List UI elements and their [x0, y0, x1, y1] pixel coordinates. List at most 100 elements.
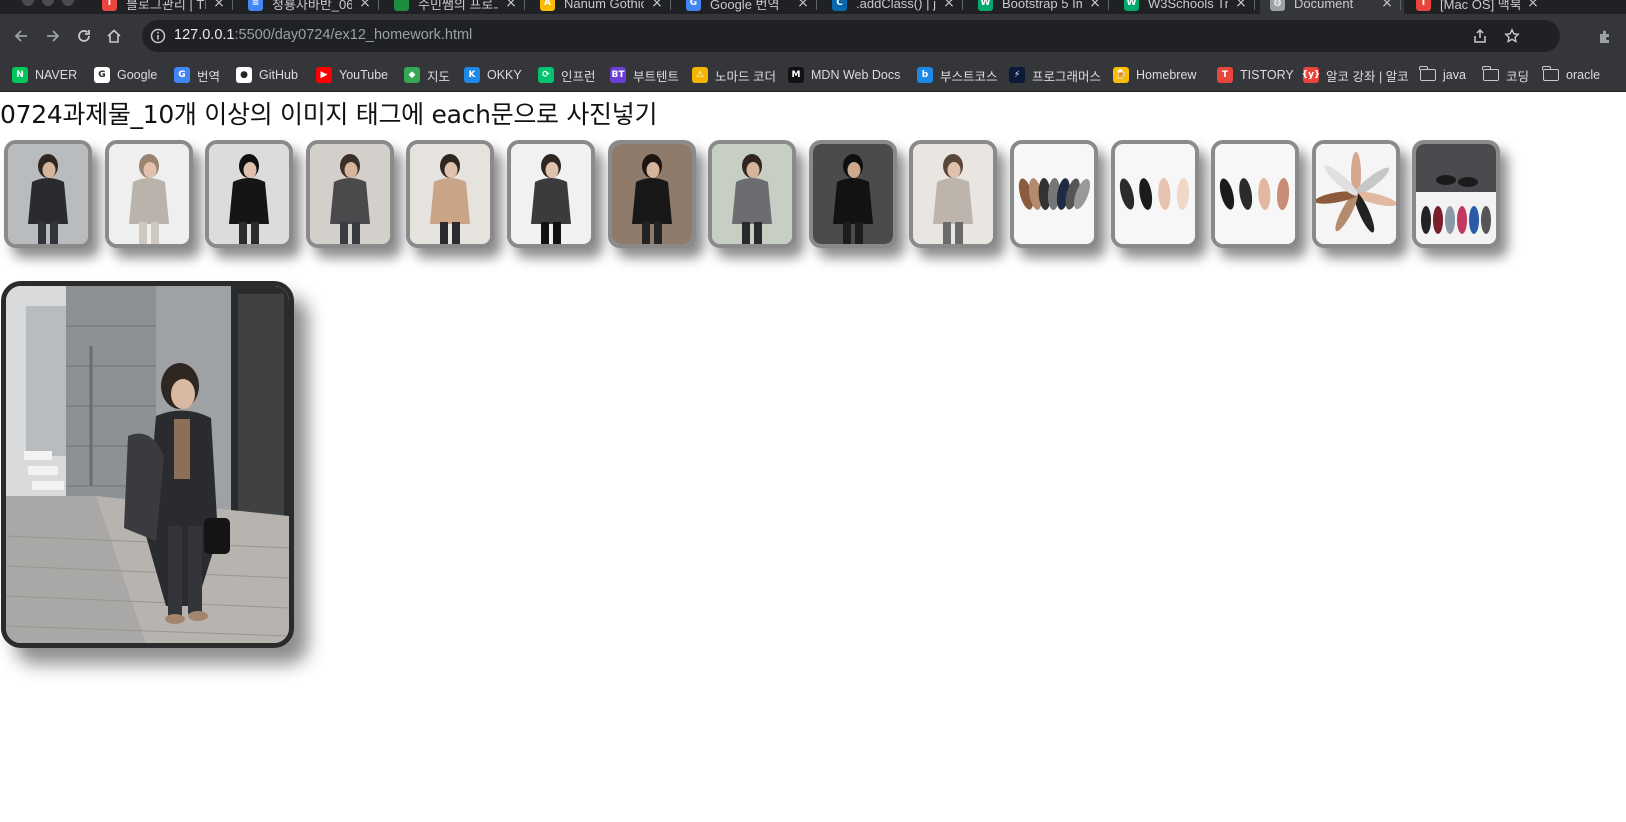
tab-separator [1254, 0, 1255, 10]
bookmark-label: 인프런 [561, 69, 596, 84]
zoom-window-icon[interactable] [62, 0, 74, 6]
bookmark-item[interactable]: N NAVER [12, 65, 77, 85]
bookmark-label: 부스트코스 [940, 69, 998, 84]
bookmark-item[interactable]: {y} 알코 강좌 | 알코 [1302, 65, 1409, 85]
tab-close-icon[interactable]: × [1088, 0, 1102, 11]
bookmark-favicon-icon: 🍺 [1113, 67, 1129, 83]
bookmark-item[interactable]: G Google [94, 65, 157, 85]
bookmark-item[interactable]: ⚠ 노마드 코더 [692, 65, 776, 85]
tab-title: Nanum Gothic [564, 0, 644, 11]
browser-tab[interactable]: 수민쌤의 프로그래 × [384, 0, 528, 14]
bookmark-label: java [1443, 68, 1466, 82]
main-photo-image [6, 286, 289, 643]
thumbnail-image[interactable] [909, 140, 998, 248]
bookmark-item[interactable]: G 번역 [174, 65, 220, 85]
tab-close-icon[interactable]: × [942, 0, 956, 11]
thumbnail-photo [209, 144, 290, 244]
minimize-window-icon[interactable] [42, 0, 54, 6]
bookmark-favicon-icon: T [1217, 67, 1233, 83]
tab-title: Bootstrap 5 Ima [1002, 0, 1082, 11]
back-button[interactable] [9, 24, 33, 48]
thumbnail-image[interactable] [507, 140, 595, 248]
browser-tab[interactable]: T [Mac OS] 맥북에 × [1406, 0, 1550, 14]
thumbnail-image[interactable] [305, 140, 394, 248]
tab-favicon-icon: W [1124, 0, 1139, 11]
home-icon [107, 29, 121, 43]
bookmark-label: 지도 [427, 69, 451, 84]
bookmark-star-icon[interactable] [1504, 28, 1520, 44]
address-bar[interactable]: 127.0.0.1:5500/day0724/ex12_homework.htm… [142, 20, 1560, 52]
url-text: 127.0.0.1:5500/day0724/ex12_homework.htm… [174, 27, 472, 43]
tab-close-icon[interactable]: × [1234, 0, 1248, 11]
bookmark-label: Homebrew [1136, 68, 1197, 82]
home-button[interactable] [102, 24, 126, 48]
folder-icon [1419, 66, 1436, 81]
tab-close-icon[interactable]: × [212, 0, 226, 11]
bookmark-label: YouTube [339, 68, 389, 82]
bookmark-favicon-icon: b [917, 67, 933, 83]
tab-close-icon[interactable]: × [358, 0, 372, 11]
thumbnail-image[interactable] [1311, 140, 1400, 248]
thumbnail-image[interactable] [4, 140, 92, 248]
thumbnail-image[interactable] [1412, 140, 1501, 248]
tab-separator [816, 0, 817, 10]
thumbnail-image[interactable] [1211, 140, 1300, 248]
close-window-icon[interactable] [22, 0, 34, 6]
browser-tab[interactable]: ≡ 청룡자바반_0616 × [238, 0, 382, 14]
reload-button[interactable] [72, 24, 96, 48]
tab-title: Document [1294, 0, 1354, 11]
bookmark-favicon-icon: G [174, 67, 190, 83]
tab-close-icon[interactable]: × [796, 0, 810, 11]
tab-close-icon[interactable]: × [504, 0, 518, 11]
thumbnail-image[interactable] [607, 140, 696, 248]
folder-icon [1482, 66, 1499, 81]
extensions-icon[interactable] [1597, 28, 1613, 44]
tab-close-icon[interactable]: × [1380, 0, 1394, 11]
bookmark-label: GitHub [259, 68, 298, 82]
forward-button[interactable] [41, 24, 65, 48]
bookmark-item[interactable]: ⟳ 인프런 [538, 65, 596, 85]
bookmark-favicon-icon: ⚡ [1009, 67, 1025, 83]
tab-close-icon[interactable]: × [1526, 0, 1540, 11]
thumbnail-photo [712, 144, 793, 244]
browser-tab[interactable]: G Google 번역 × [676, 0, 820, 14]
thumbnail-photo [511, 144, 591, 244]
bookmark-label: oracle [1566, 68, 1601, 82]
bookmark-label: 번역 [197, 69, 221, 84]
browser-tab[interactable]: ◍ Document × [1260, 0, 1404, 14]
bookmark-item[interactable]: M MDN Web Docs [788, 65, 900, 85]
bookmark-item[interactable]: K OKKY [464, 65, 522, 85]
tab-close-icon[interactable]: × [650, 0, 664, 11]
bookmark-item[interactable]: ● GitHub [236, 65, 298, 85]
bookmark-item[interactable]: ▶ YouTube [316, 65, 388, 85]
bookmark-item[interactable]: BT 부트텐트 [610, 65, 679, 85]
url-path: :5500/day0724/ex12_homework.html [234, 27, 473, 43]
bookmark-item[interactable]: b 부스트코스 [917, 65, 998, 85]
browser-tab[interactable]: W W3Schools Tryit × [1114, 0, 1258, 14]
thumbnail-image[interactable] [808, 140, 897, 248]
share-icon[interactable] [1472, 28, 1488, 44]
browser-tab[interactable]: W Bootstrap 5 Ima × [968, 0, 1112, 14]
bookmark-label: 알코 강좌 | 알코 [1326, 69, 1409, 84]
browser-tab[interactable]: A Nanum Gothic × [530, 0, 674, 14]
thumbnail-image[interactable] [1110, 140, 1199, 248]
bookmarks-bar: N NAVER G Google G 번역 ● GitHub ▶ YouTube ◆ 지도 K OKKY ⟳… [0, 58, 1626, 92]
thumbnail-image[interactable] [205, 140, 294, 248]
bookmark-folder[interactable]: 코딩 [1482, 65, 1529, 85]
thumbnail-image[interactable] [406, 140, 495, 248]
bookmark-item[interactable]: ⚡ 프로그래머스 [1009, 65, 1101, 85]
bookmark-item[interactable]: T TISTORY [1217, 65, 1294, 85]
info-icon[interactable] [150, 28, 166, 44]
thumbnail-image[interactable] [708, 140, 797, 248]
bookmark-folder[interactable]: oracle [1542, 65, 1601, 85]
bookmark-favicon-icon: M [788, 67, 804, 83]
browser-tab[interactable]: C .addClass() | jQ × [822, 0, 966, 14]
bookmark-favicon-icon: {y} [1302, 67, 1320, 83]
bookmark-item[interactable]: 🍺 Homebrew [1113, 65, 1196, 85]
thumbnail-image[interactable] [104, 140, 193, 248]
thumbnail-image[interactable] [1010, 140, 1098, 248]
bookmark-item[interactable]: ◆ 지도 [404, 65, 450, 85]
browser-tab[interactable]: T 블로그관리 | TIST × [92, 0, 236, 14]
thumbnail-photo [309, 144, 390, 244]
bookmark-folder[interactable]: java [1419, 65, 1466, 85]
